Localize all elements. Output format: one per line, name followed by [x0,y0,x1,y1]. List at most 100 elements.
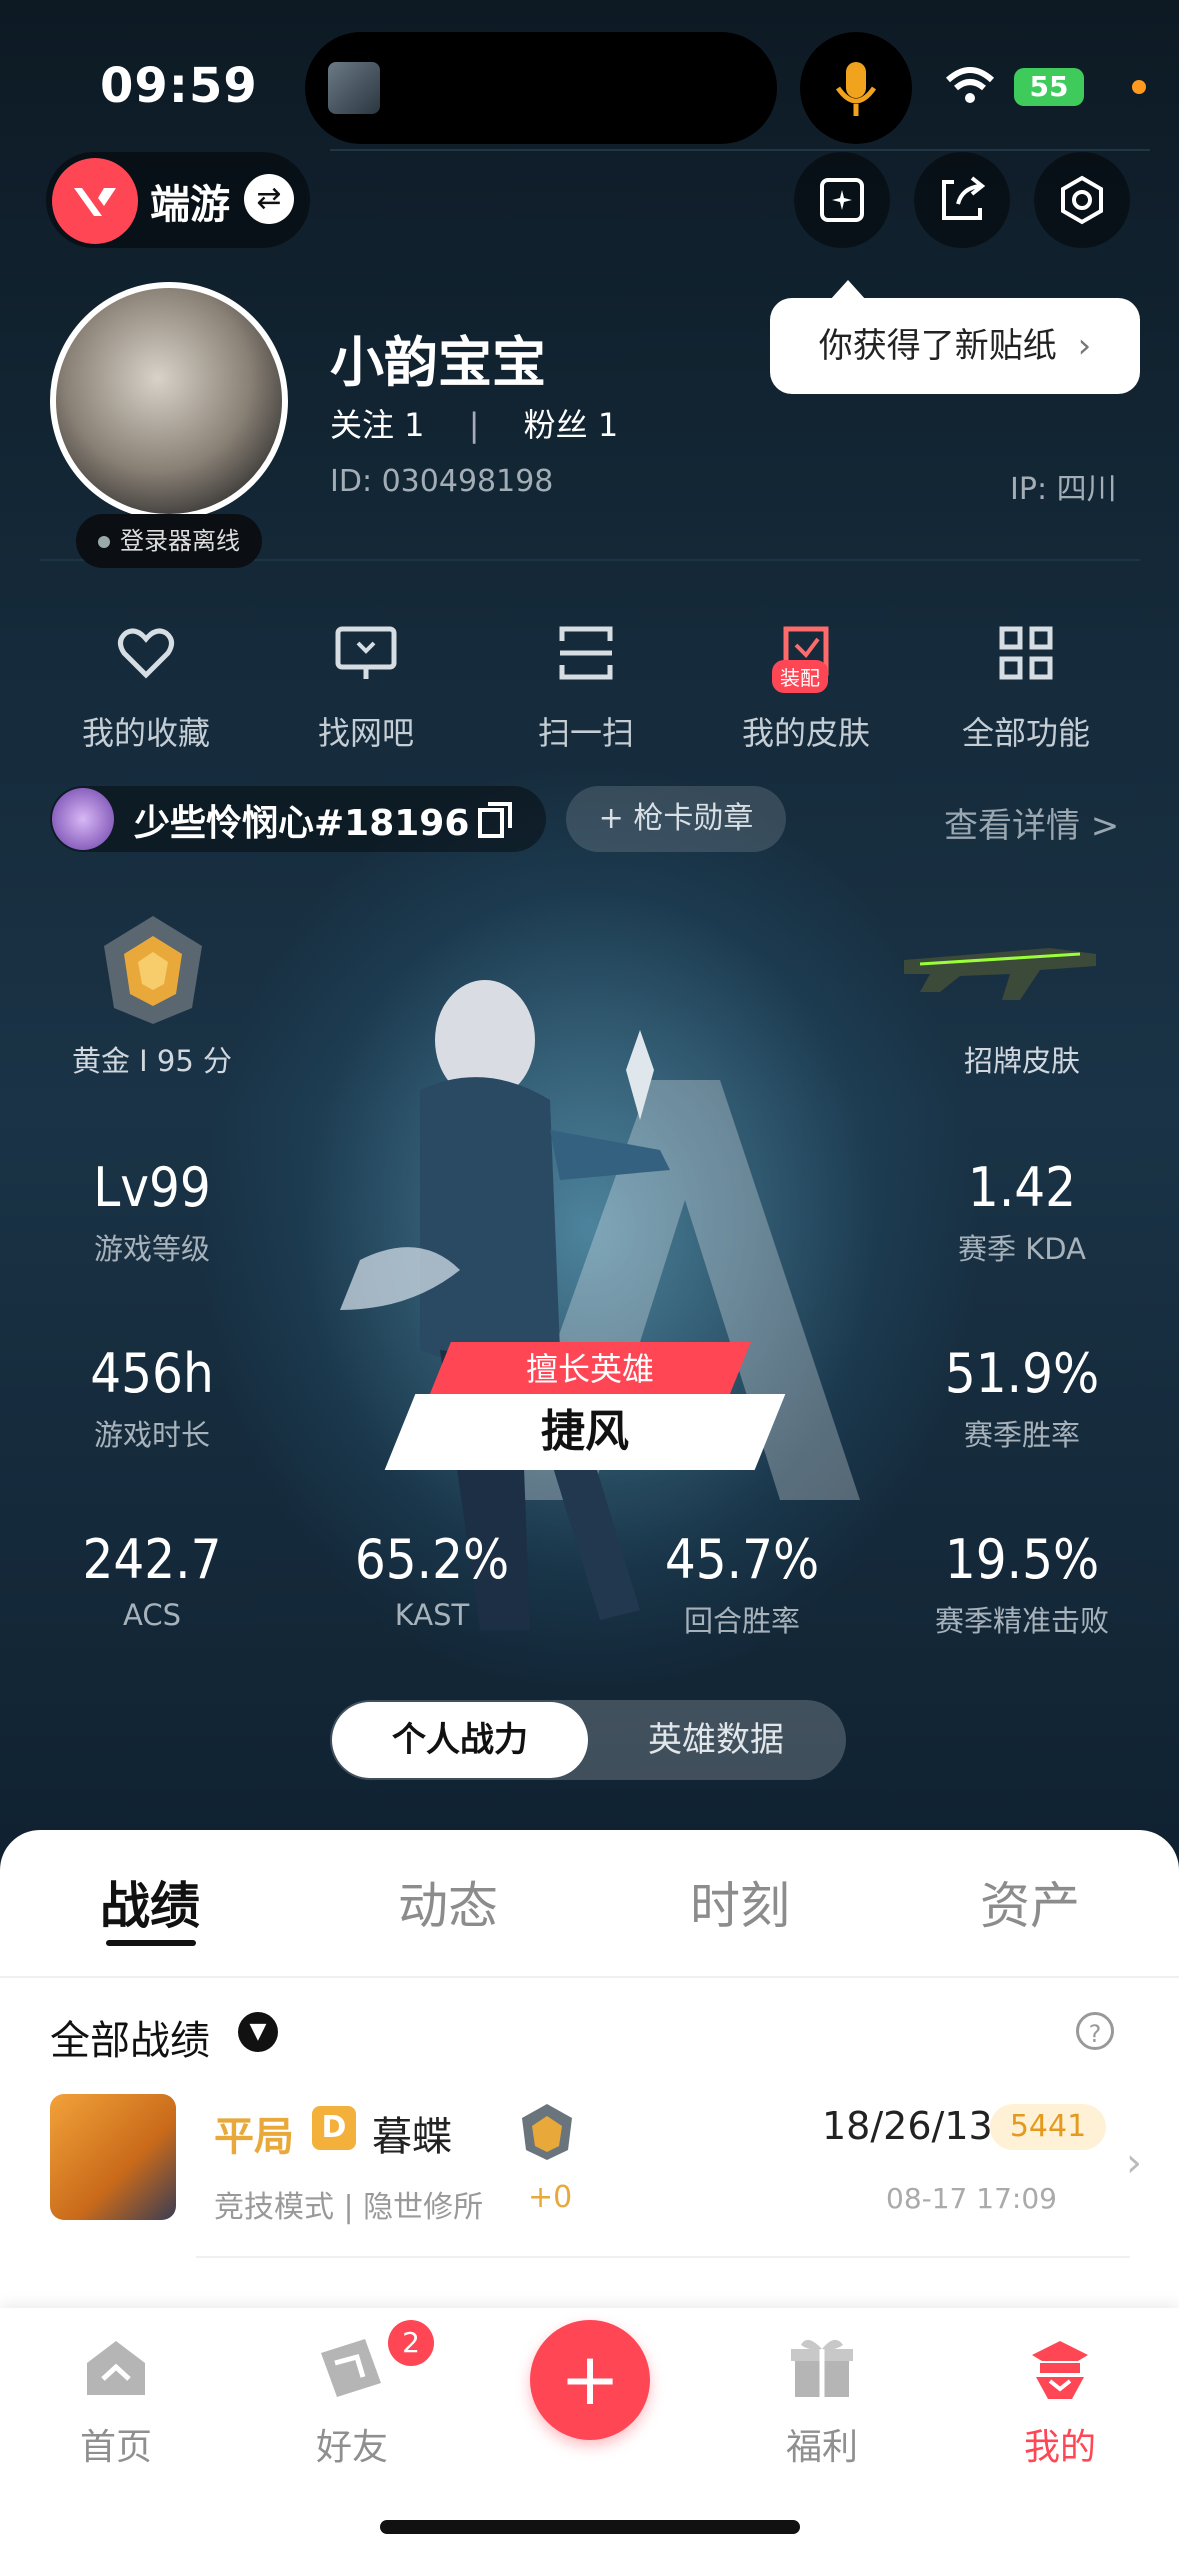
chevron-down-icon[interactable]: ▼ [238,2012,278,2052]
round-win-value: 45.7% [664,1528,820,1591]
profile-icon [1032,2341,1088,2399]
scan-icon [559,626,613,680]
heart-icon [118,628,174,679]
sticker-button[interactable] [794,152,890,248]
acs-label: ACS [123,1598,181,1632]
level-value: Lv99 [93,1156,211,1219]
favorite-hero-name[interactable]: 捷风 [384,1394,786,1470]
active-tab-indicator [106,1940,196,1946]
nav-label: 好友 [315,2427,388,2468]
favorite-hero-name-text: 捷风 [541,1406,629,1457]
card-badge-button[interactable]: + 枪卡勋章 [566,786,786,852]
winrate-value: 51.9% [944,1342,1100,1405]
fans-count[interactable]: 粉丝 1 [524,406,619,444]
quick-action-favorites[interactable]: 我的收藏 [46,616,246,754]
quick-action-netcafe[interactable]: 找网吧 [266,616,466,754]
settings-button[interactable] [1034,152,1130,248]
quick-action-label: 全部功能 [961,714,1090,752]
tab-assets[interactable]: 资产 [930,1866,1130,1938]
nav-welfare[interactable]: 福利 [732,2330,912,2470]
game-account-name: 少些怜悯心#18196 [134,803,470,844]
avatar[interactable] [50,282,288,520]
skin-equip-badge: 装配 [772,660,828,693]
following-count[interactable]: 关注 1 [330,406,425,444]
settings-hex-icon [1061,175,1103,225]
agent-avatar [50,2094,176,2220]
nav-me[interactable]: 我的 [970,2330,1150,2470]
sticker-tooltip[interactable]: 你获得了新贴纸 › [770,280,1140,394]
quick-action-all[interactable]: 全部功能 [926,616,1126,754]
follow-separator: | [468,406,480,444]
nav-home[interactable]: 首页 [26,2330,206,2470]
segment-hero-data[interactable]: 英雄数据 [588,1702,844,1778]
app-mode-label[interactable]: 端游 [150,172,230,230]
match-grade-badge: D [312,2106,356,2150]
rifle-skin-icon[interactable] [900,930,1100,1010]
rank-delta: +0 [528,2180,573,2215]
quick-action-skins[interactable]: 装配 我的皮肤 [706,616,906,754]
swap-icon[interactable]: ⇄ [244,174,294,224]
match-score: 5441 [990,2104,1106,2150]
kast-value: 65.2% [354,1528,510,1591]
view-details-link[interactable]: 查看详情 > [944,798,1119,847]
username: 小韵宝宝 [330,331,546,394]
segment-personal-power[interactable]: 个人战力 [332,1702,588,1778]
nav-label: 首页 [79,2427,152,2468]
battery-indicator: 55 [1014,68,1084,106]
favorite-hero-tag-text: 擅长英雄 [525,1350,654,1388]
chevron-right-icon: › [1077,326,1092,366]
match-result: 平局 [214,2114,294,2160]
ip-location: IP: 四川 [1010,472,1117,507]
records-filter[interactable]: 全部战绩 [50,2008,210,2066]
tooltip-text: 你获得了新贴纸 [818,326,1057,366]
launcher-status-badge: 登录器离线 [76,514,262,568]
match-mode: 竞技模式 | 隐世修所 [214,2190,484,2225]
round-win-label: 回合胜率 [683,1604,800,1638]
tab-divider [0,1976,1179,1978]
quick-action-scan[interactable]: 扫一扫 [486,616,686,754]
precise-kill-value: 19.5% [944,1528,1100,1591]
sticker-icon [820,178,864,222]
user-id: ID: 030498198 [330,464,554,499]
follow-stats: 关注 1 | 粉丝 1 [330,400,618,446]
wifi-icon [945,67,995,103]
tab-moments[interactable]: 时刻 [640,1866,840,1938]
quick-action-label: 我的皮肤 [741,714,870,752]
precise-kill-label: 赛季精准击败 [934,1604,1109,1638]
home-indicator[interactable] [380,2520,800,2534]
help-icon[interactable]: ? [1076,2012,1114,2050]
match-time: 08-17 17:09 [886,2182,1057,2215]
game-account-avatar [52,788,114,850]
friends-icon [321,2339,381,2397]
level-label: 游戏等级 [93,1232,210,1266]
winrate-label: 赛季胜率 [963,1418,1080,1452]
privacy-indicator-dot [1132,80,1146,94]
live-activity-thumbnail [328,62,380,114]
friends-notification-badge: 2 [388,2320,434,2366]
share-button[interactable] [914,152,1010,248]
create-post-button[interactable]: + [530,2320,650,2440]
hours-label: 游戏时长 [93,1418,210,1452]
valorant-logo-icon [74,188,116,216]
monitor-icon [335,626,397,679]
gift-icon [791,2339,853,2397]
launcher-status-text: 登录器离线 [120,527,240,555]
match-kda: 18/26/13 [822,2104,993,2148]
kda-label: 赛季 KDA [958,1232,1086,1266]
match-map: 暮蝶 [372,2114,452,2160]
quick-action-label: 我的收藏 [81,714,210,752]
valorant-logo [52,158,138,244]
nav-label: 我的 [1023,2427,1096,2468]
tab-records[interactable]: 战绩 [50,1866,250,1938]
copy-icon[interactable] [476,800,516,840]
status-time: 09:59 [100,58,258,114]
chevron-right-icon[interactable]: › [1126,2140,1142,2186]
grid-icon [999,626,1053,680]
tab-feed[interactable]: 动态 [348,1866,548,1938]
nav-label: 福利 [785,2427,858,2468]
kast-label: KAST [394,1598,470,1632]
row-divider [196,2256,1130,2258]
status-dot-icon [98,536,110,548]
gold-rank-icon [104,916,202,1024]
quick-action-label: 找网吧 [317,714,414,752]
